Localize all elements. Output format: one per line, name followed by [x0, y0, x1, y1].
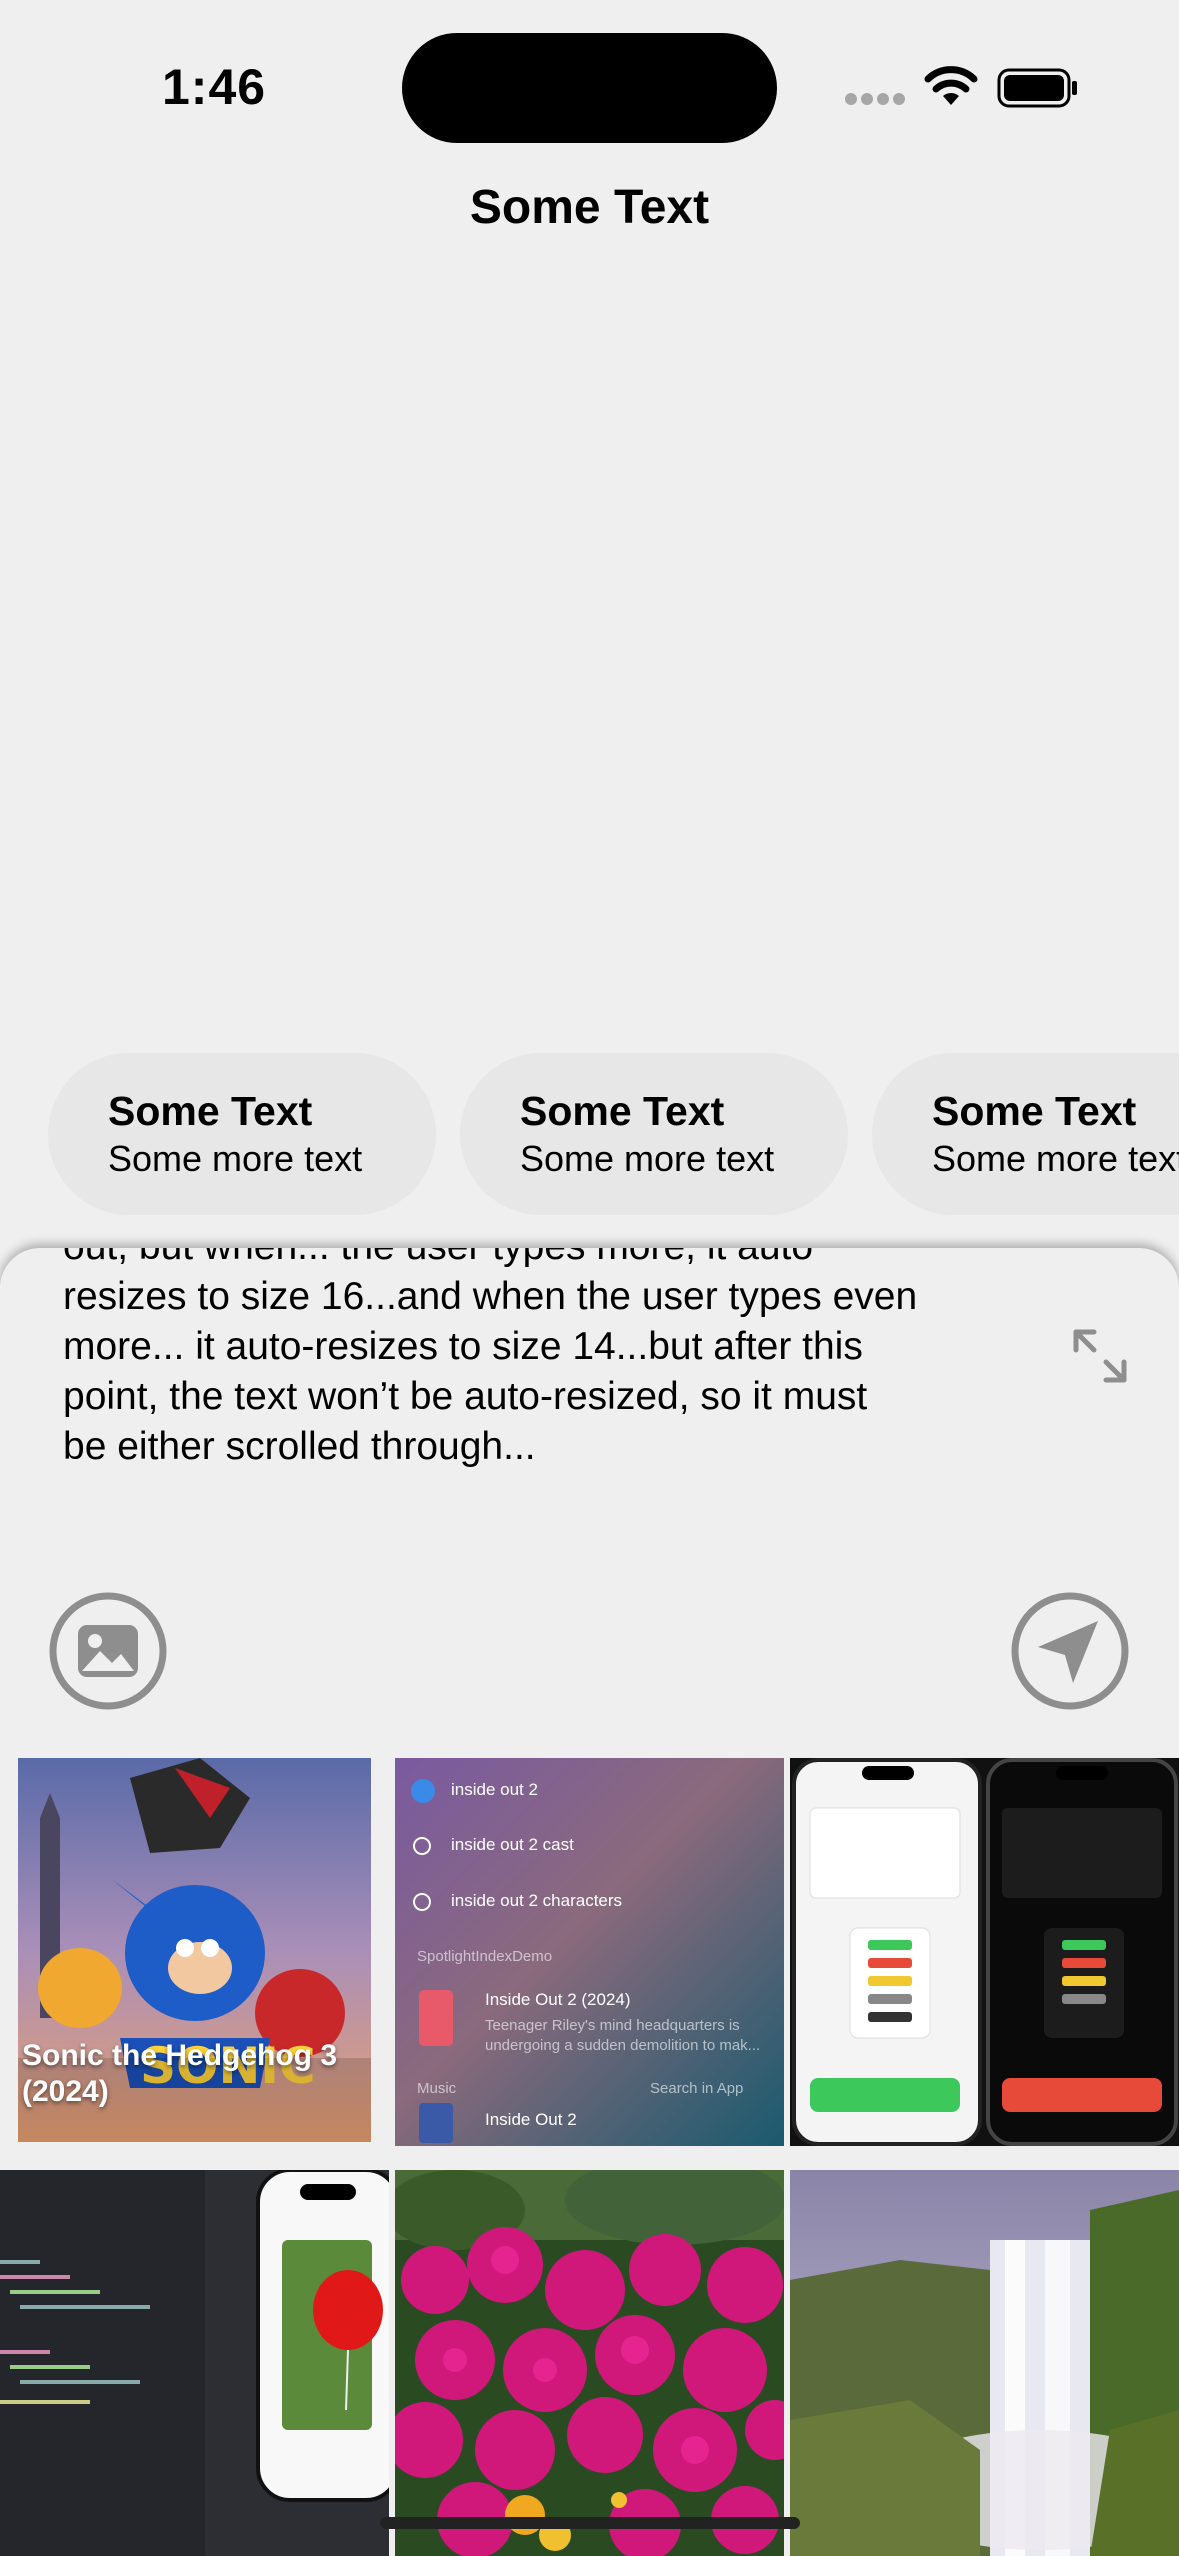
- suggestion-chip[interactable]: Some Text Some more text: [460, 1053, 848, 1215]
- status-time: 1:46: [162, 59, 267, 115]
- send-button[interactable]: [1010, 1591, 1130, 1711]
- cellular-signal-icon: [845, 93, 905, 107]
- photo-thumbnail[interactable]: [395, 2170, 784, 2556]
- photo-grid: SONIC Sonic the Hedgehog 3 (2024) i: [0, 1758, 1179, 2556]
- spotlight-music-result: Inside Out 2: [485, 2110, 577, 2129]
- photo-thumbnail[interactable]: [0, 2170, 389, 2556]
- spotlight-section: SpotlightIndexDemo: [417, 1948, 553, 1965]
- chip-title: Some Text: [932, 1088, 1137, 1134]
- screen: 1:46 Some Text Some Text Some more text …: [0, 0, 1179, 2556]
- expand-icon[interactable]: [1068, 1324, 1132, 1388]
- photo-thumbnail[interactable]: [790, 2170, 1179, 2556]
- suggestion-chip[interactable]: Some Text Some more text: [872, 1053, 1179, 1215]
- spotlight-suggestion: inside out 2 characters: [451, 1891, 623, 1910]
- suggestion-chip[interactable]: Some Text Some more text: [48, 1053, 436, 1215]
- message-text-line: more... it auto-resizes to size 14...but…: [63, 1325, 863, 1368]
- message-text-line: be either scrolled through...: [63, 1425, 536, 1468]
- spotlight-result-desc: Teenager Riley's mind headquarters is un…: [485, 2017, 761, 2054]
- message-text-line: resizes to size 16...and when the user t…: [63, 1275, 918, 1318]
- suggestion-chips: Some Text Some more text Some Text Some …: [0, 1053, 1179, 1215]
- dynamic-island: [402, 33, 777, 143]
- chip-subtitle: Some more text: [520, 1138, 775, 1179]
- poster-caption: Sonic the Hedgehog 3 (2024): [22, 2039, 338, 2108]
- message-text-input[interactable]: out, but when... the user types more, it…: [63, 1248, 1023, 1510]
- chip-subtitle: Some more text: [108, 1138, 363, 1179]
- nav-title: Some Text: [469, 181, 710, 234]
- spotlight-search-in-app: Search in App: [650, 2080, 744, 2097]
- chip-title: Some Text: [520, 1088, 725, 1134]
- message-text-line: point, the text won’t be auto-resized, s…: [63, 1375, 868, 1418]
- photo-thumbnail[interactable]: SONIC Sonic the Hedgehog 3 (2024): [0, 1758, 389, 2146]
- spotlight-result-title: Inside Out 2 (2024): [485, 1990, 631, 2009]
- message-text-line: out, but when... the user types more, it…: [63, 1248, 1023, 1272]
- message-composer: out, but when... the user types more, it…: [0, 1248, 1179, 1758]
- spotlight-section: Music: [417, 2080, 457, 2097]
- photo-thumbnail[interactable]: [790, 1758, 1179, 2146]
- wifi-icon: [924, 66, 978, 105]
- battery-icon: [997, 68, 1077, 108]
- spotlight-suggestion: inside out 2 cast: [451, 1835, 574, 1854]
- photo-picker-button[interactable]: [48, 1591, 168, 1711]
- photo-thumbnail[interactable]: inside out 2 inside out 2 cast inside ou…: [395, 1758, 784, 2146]
- chip-subtitle: Some more text: [932, 1138, 1179, 1179]
- spotlight-query: inside out 2: [451, 1780, 538, 1799]
- chip-title: Some Text: [108, 1088, 313, 1134]
- home-indicator[interactable]: [380, 2517, 800, 2529]
